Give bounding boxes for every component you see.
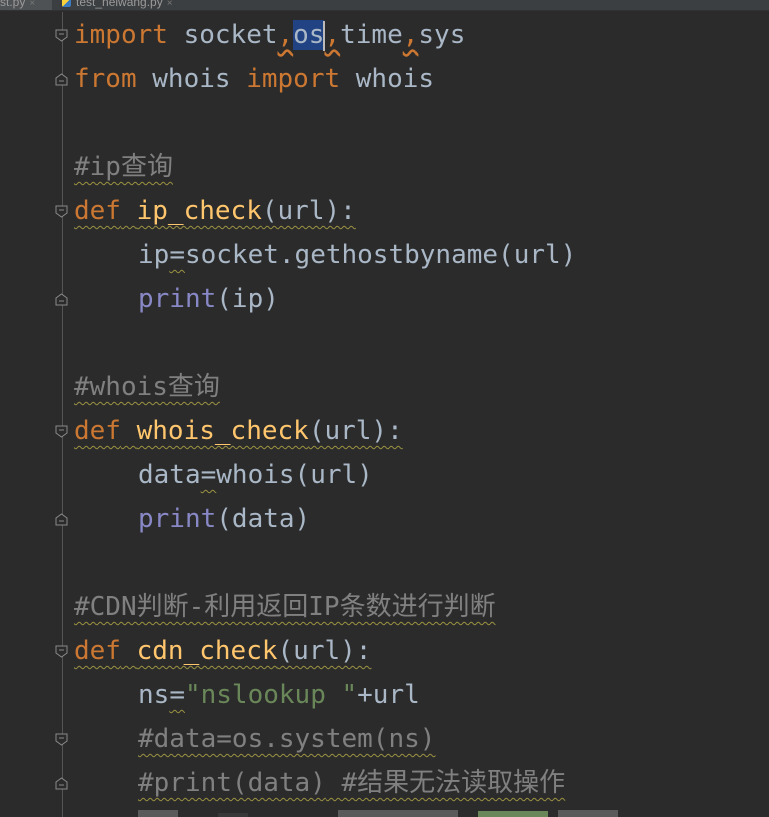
- comment-token: #print(data): [138, 768, 326, 798]
- code-line-comment[interactable]: #data=os.system(ns): [74, 717, 435, 761]
- function-name-token: ip_check: [136, 196, 262, 226]
- code-line-assign[interactable]: ip=socket.gethostbyname(url): [74, 233, 576, 277]
- fold-open-icon[interactable]: [55, 733, 68, 746]
- close-icon[interactable]: ×: [29, 0, 35, 9]
- code-line-from-import[interactable]: from whois import whois: [74, 57, 434, 101]
- code-line-assign[interactable]: data=whois(url): [74, 453, 373, 497]
- args-token: (ip): [216, 284, 279, 314]
- code-line-def[interactable]: def ip_check(url):: [74, 189, 356, 233]
- fold-open-icon[interactable]: [55, 645, 68, 658]
- tab-st-py[interactable]: st.py ×: [0, 0, 52, 10]
- identifier-token: ip: [138, 240, 170, 270]
- comma-token: ,: [324, 20, 341, 50]
- operator-token: =: [200, 460, 217, 490]
- builtin-token: print: [138, 284, 217, 314]
- code-line-comment[interactable]: #print(data) #结果无法读取操作: [74, 761, 565, 805]
- keyword-token: import: [74, 20, 168, 50]
- operator-token: =: [169, 680, 185, 710]
- comment-token: #whois查询: [74, 372, 220, 402]
- python-file-icon: [62, 0, 71, 8]
- code-line-assign[interactable]: ns="nslookup "+url: [74, 673, 420, 717]
- params-token: (url):: [277, 636, 372, 666]
- code-line-comment[interactable]: #whois查询: [74, 365, 220, 409]
- editor-tab-bar: st.py × test_neiwang.py ×: [0, 0, 769, 11]
- code-editor[interactable]: st.py × test_neiwang.py × import socket,os…: [0, 0, 769, 817]
- keyword-token: import: [246, 64, 341, 94]
- comma-token: ,: [277, 20, 294, 50]
- identifier-token: socket: [167, 20, 278, 50]
- tab-label: st.py: [0, 0, 26, 9]
- params-token: (url):: [308, 416, 403, 446]
- identifier-token: time: [340, 20, 403, 50]
- comment-token: #CDN判断-利用返回IP条数进行判断: [74, 592, 496, 622]
- fold-open-icon[interactable]: [55, 425, 68, 438]
- keyword-token: def: [74, 196, 121, 226]
- tab-label: test_neiwang.py: [76, 0, 163, 9]
- fold-close-icon[interactable]: [55, 777, 68, 790]
- expression-token: socket.gethostbyname(url): [184, 240, 577, 270]
- identifier-token: sys: [418, 20, 466, 50]
- selected-text: os: [293, 20, 325, 50]
- keyword-token: def: [74, 636, 121, 666]
- args-token: (data): [216, 504, 311, 534]
- code-line-print[interactable]: print(data): [74, 497, 310, 541]
- code-line-partial: [138, 808, 638, 817]
- keyword-token: from: [74, 64, 137, 94]
- expression-token: whois(url): [216, 460, 373, 490]
- fold-close-icon[interactable]: [55, 293, 68, 306]
- identifier-token: whois: [340, 64, 435, 94]
- identifier-token: os: [293, 20, 325, 50]
- comment-token: #data=os.system(ns): [138, 724, 436, 754]
- gutter-indent-guide: [62, 12, 63, 817]
- keyword-token: def: [74, 416, 121, 446]
- fold-open-icon[interactable]: [55, 29, 68, 42]
- fold-open-icon[interactable]: [55, 205, 68, 218]
- comma-token: ,: [402, 20, 419, 50]
- close-icon[interactable]: ×: [167, 0, 173, 9]
- comment-token: #结果无法读取操作: [325, 768, 566, 798]
- code-line-def[interactable]: def cdn_check(url):: [74, 629, 371, 673]
- code-line-print[interactable]: print(ip): [74, 277, 279, 321]
- operator-token: =: [169, 240, 185, 270]
- fold-close-icon[interactable]: [55, 513, 68, 526]
- function-name-token: whois_check: [136, 416, 309, 446]
- fold-close-icon[interactable]: [55, 73, 68, 86]
- builtin-token: print: [138, 504, 217, 534]
- function-name-token: cdn_check: [136, 636, 278, 666]
- code-line-def[interactable]: def whois_check(url):: [74, 409, 403, 453]
- code-line-comment[interactable]: #CDN判断-利用返回IP条数进行判断: [74, 585, 496, 629]
- identifier-token: data: [138, 460, 201, 490]
- code-line-comment[interactable]: #ip查询: [74, 145, 173, 189]
- comment-token: #ip查询: [74, 152, 173, 182]
- identifier-token: whois: [136, 64, 247, 94]
- code-line-import[interactable]: import socket,os,time,sys: [74, 13, 465, 57]
- expression-token: +url: [357, 680, 420, 710]
- string-token: "nslookup ": [184, 680, 358, 710]
- params-token: (url):: [261, 196, 356, 226]
- tab-test-neiwang-py[interactable]: test_neiwang.py ×: [58, 0, 182, 10]
- identifier-token: ns: [138, 680, 170, 710]
